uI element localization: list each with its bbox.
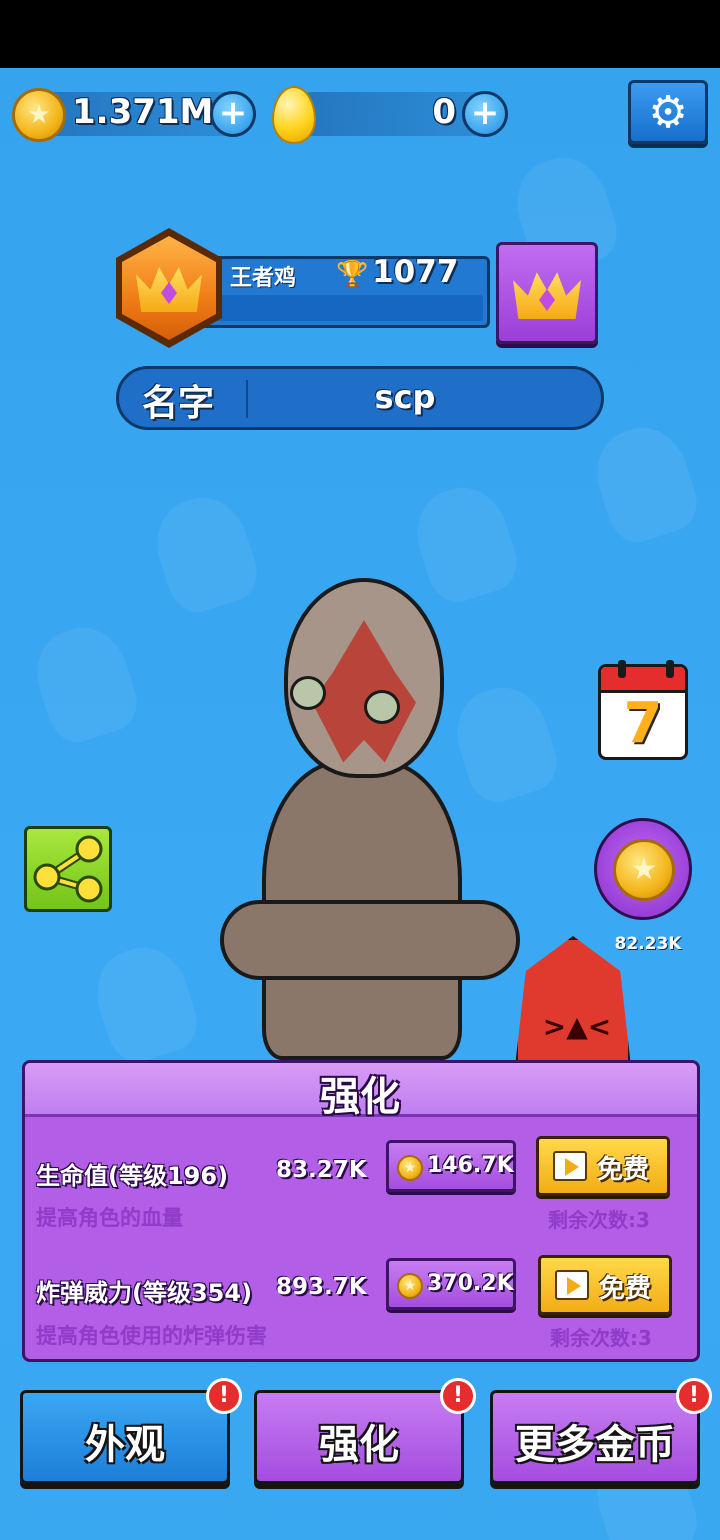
- background-ghost-pattern: [585, 416, 705, 550]
- rank-xp-fill: [213, 295, 483, 321]
- rank-title: 王者鸡: [230, 266, 297, 291]
- upgrade-health-remaining: 剩余次数:3: [548, 1208, 650, 1232]
- player-name-value: scp: [374, 378, 436, 416]
- background-ghost-pattern: [445, 676, 565, 810]
- player-name-label: 名字: [142, 383, 215, 424]
- free-label: 免费: [599, 1274, 652, 1304]
- name-divider: [246, 380, 248, 418]
- status-bar: [0, 0, 720, 68]
- nav-upgrade-label: 强化: [319, 1422, 399, 1468]
- video-play-icon: [555, 1270, 589, 1300]
- upgrade-bomb-value: 893.7K: [276, 1274, 367, 1300]
- share-button[interactable]: [24, 826, 112, 912]
- coin-icon: ★: [613, 839, 675, 901]
- calendar-ring: [666, 660, 674, 678]
- upgrade-bomb-description: 提高角色使用的炸弹伤害: [36, 1324, 267, 1348]
- upgrade-bomb-free-button[interactable]: 免费: [538, 1255, 672, 1315]
- character-arms: [220, 900, 520, 980]
- trophy-count: 1077: [372, 254, 459, 290]
- coin-reward-button[interactable]: ★: [594, 818, 692, 920]
- upgrade-health-value: 83.27K: [276, 1157, 367, 1183]
- crown-icon: [136, 262, 202, 312]
- crown-icon: [513, 267, 581, 319]
- upgrade-health-cost: 146.7K: [427, 1153, 514, 1178]
- coin-reward-amount: 82.23K: [614, 934, 682, 954]
- coin-icon: ★: [12, 88, 66, 142]
- upgrade-bomb-name: 炸弹威力(等级354): [36, 1279, 253, 1307]
- red-monster-face: >▲<: [542, 1010, 612, 1043]
- nav-appearance-label: 外观: [85, 1422, 165, 1468]
- character-eye: [290, 676, 326, 710]
- coin-icon: ★: [397, 1155, 423, 1181]
- alert-badge: !: [676, 1378, 712, 1414]
- coin-balance: 1.371M: [72, 92, 214, 132]
- free-label: 免费: [597, 1155, 650, 1185]
- background-ghost-pattern: [25, 616, 145, 750]
- settings-button[interactable]: ⚙: [628, 80, 708, 144]
- background-ghost-pattern: [145, 486, 265, 620]
- gem-balance: 0: [432, 92, 456, 132]
- daily-checkin-button[interactable]: 7: [598, 664, 688, 760]
- gear-icon: ⚙: [648, 86, 688, 138]
- upgrade-bomb-remaining: 剩余次数:3: [550, 1326, 652, 1350]
- coin-icon: ★: [397, 1273, 423, 1299]
- upgrade-bomb-cost: 370.2K: [427, 1271, 514, 1296]
- background-ghost-pattern: [85, 936, 205, 1070]
- add-gems-button[interactable]: +: [462, 91, 508, 137]
- calendar-day: 7: [623, 691, 663, 756]
- alert-badge: !: [440, 1378, 476, 1414]
- upgrade-bomb-buy-button[interactable]: ★ 370.2K: [386, 1258, 516, 1310]
- share-icon: [33, 835, 103, 903]
- calendar-ring: [618, 660, 626, 678]
- nav-more-coins-label: 更多金币: [515, 1422, 675, 1468]
- upgrade-health-buy-button[interactable]: ★ 146.7K: [386, 1140, 516, 1192]
- upgrade-panel-title: 强化: [320, 1074, 400, 1120]
- background-ghost-pattern: [405, 476, 525, 610]
- upgrade-health-name: 生命值(等级196): [36, 1162, 229, 1190]
- add-coins-button[interactable]: +: [210, 91, 256, 137]
- upgrade-health-free-button[interactable]: 免费: [536, 1136, 670, 1196]
- trophy-icon: 🏆: [336, 260, 369, 290]
- alert-badge: !: [206, 1378, 242, 1414]
- character-eye: [364, 690, 400, 724]
- golden-egg-icon: [272, 86, 316, 144]
- video-play-icon: [553, 1151, 587, 1181]
- crown-button[interactable]: [496, 242, 598, 344]
- upgrade-health-description: 提高角色的血量: [36, 1206, 183, 1230]
